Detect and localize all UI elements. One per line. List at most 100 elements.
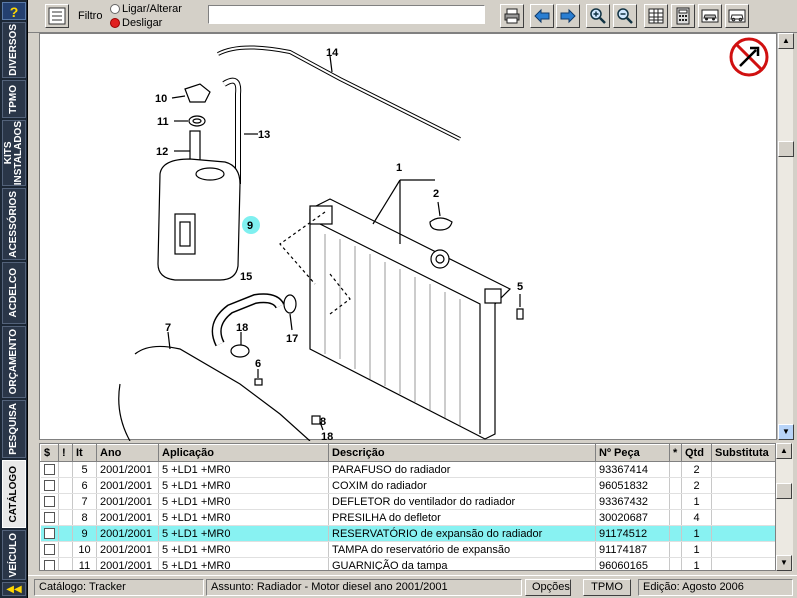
car-icon (701, 9, 719, 23)
zoom-in-button[interactable] (586, 4, 610, 28)
callout-17[interactable]: 17 (286, 333, 298, 345)
radio-ligar-indicator[interactable] (110, 4, 120, 14)
forward-button[interactable] (556, 4, 580, 28)
tab-tpmo[interactable]: TPMO (2, 80, 26, 118)
cell-alert (58, 493, 73, 510)
table-row[interactable]: 9 2001/2001 5 +LD1 +MR0 RESERVATÓRIO de exp… (40, 525, 775, 542)
col-quantity[interactable]: Qtd (681, 444, 712, 462)
tab-orcamento[interactable]: ORÇAMENTO (2, 326, 26, 398)
table-row[interactable]: 10 2001/2001 5 +LD1 +MR0 TAMPA do reservató… (40, 541, 775, 558)
options-button[interactable]: Opções (525, 579, 571, 596)
callout-6[interactable]: 6 (255, 358, 261, 370)
cell-price (40, 541, 59, 558)
calculator-icon (676, 7, 690, 25)
table-row[interactable]: 6 2001/2001 5 +LD1 +MR0 COXIM do radiador 96… (40, 477, 775, 494)
callout-18[interactable]: 18 (236, 322, 248, 334)
callout-11[interactable]: 11 (157, 116, 169, 128)
print-button[interactable] (500, 4, 524, 28)
table-view-button[interactable] (644, 4, 668, 28)
callout-8[interactable]: 8 (320, 416, 326, 428)
tab-label: KITS INSTALADOS (3, 120, 24, 186)
tab-pesquisa[interactable]: PESQUISA (2, 400, 26, 458)
vehicle-button[interactable] (698, 4, 722, 28)
row-checkbox[interactable] (43, 480, 55, 492)
callout-9[interactable]: 9 (247, 220, 253, 232)
cell-item: 5 (72, 461, 97, 478)
cell-application: 5 +LD1 +MR0 (158, 477, 329, 494)
no-link-icon[interactable] (729, 37, 769, 77)
col-star[interactable]: * (669, 444, 682, 462)
callout-18-lower[interactable]: 18 (321, 431, 333, 443)
scroll-down-button[interactable]: ▼ (778, 424, 794, 440)
drawing-scrollbar[interactable]: ▲ ▼ (777, 33, 794, 440)
table-scroll-down-button[interactable]: ▼ (776, 555, 792, 571)
scroll-thumb[interactable] (778, 141, 794, 157)
callout-12[interactable]: 12 (156, 146, 168, 158)
table-row[interactable]: 7 2001/2001 5 +LD1 +MR0 DEFLETOR do ventila… (40, 493, 775, 510)
cell-quantity: 4 (681, 509, 712, 526)
callout-1[interactable]: 1 (396, 162, 402, 174)
col-description[interactable]: Descrição (328, 444, 596, 462)
cell-substitute (711, 509, 775, 526)
callout-2[interactable]: 2 (433, 188, 439, 200)
cell-part-number: 96060165 (595, 557, 670, 570)
tab-kits-instalados[interactable]: KITS INSTALADOS (2, 120, 26, 186)
row-checkbox[interactable] (43, 496, 55, 508)
col-year[interactable]: Ano (96, 444, 159, 462)
table-scroll-up-button[interactable]: ▲ (776, 443, 792, 459)
vehicle-exit-button[interactable] (725, 4, 749, 28)
table-scroll-thumb[interactable] (776, 483, 792, 499)
col-part-number[interactable]: Nº Peça (595, 444, 670, 462)
zoom-out-button[interactable] (613, 4, 637, 28)
cell-price (40, 477, 59, 494)
parts-table: $ ! It Ano Aplicação Descrição Nº Peça *… (39, 443, 776, 571)
parts-diagram[interactable]: 1 2 5 6 7 8 9 10 11 12 13 14 15 17 18 18 (39, 33, 777, 443)
callout-14[interactable]: 14 (326, 47, 339, 59)
callout-10[interactable]: 10 (155, 93, 167, 105)
back-button[interactable] (530, 4, 554, 28)
row-checkbox[interactable] (43, 528, 55, 540)
table-scrollbar[interactable]: ▲ ▼ (776, 443, 793, 571)
tab-acdelco[interactable]: ACDELCO (2, 262, 26, 324)
cell-description: TAMPA do reservatório de expansão (328, 541, 596, 558)
col-item[interactable]: It (72, 444, 97, 462)
tab-veiculo[interactable]: VEÍCULO (2, 530, 26, 580)
radio-ligar[interactable]: Ligar/Alterar (110, 3, 182, 15)
filter-list-button[interactable] (45, 4, 69, 28)
arrow-right-icon (560, 8, 576, 24)
row-checkbox[interactable] (43, 560, 55, 570)
cell-quantity: 2 (681, 461, 712, 478)
callout-7[interactable]: 7 (165, 322, 171, 334)
cell-year: 2001/2001 (96, 493, 159, 510)
tab-catalogo[interactable]: CATÁLOGO (2, 460, 26, 528)
row-checkbox[interactable] (43, 544, 55, 556)
row-checkbox[interactable] (43, 512, 55, 524)
filter-input[interactable] (208, 5, 485, 24)
cell-substitute (711, 525, 775, 542)
col-price[interactable]: $ (40, 444, 59, 462)
tab-label: ORÇAMENTO (8, 329, 19, 395)
row-checkbox[interactable] (43, 464, 55, 476)
cell-price (40, 509, 59, 526)
tpmo-button[interactable]: TPMO (583, 579, 631, 596)
cell-item: 8 (72, 509, 97, 526)
scroll-up-button[interactable]: ▲ (778, 33, 794, 49)
table-row[interactable]: 5 2001/2001 5 +LD1 +MR0 PARAFUSO do radiado… (40, 461, 775, 478)
tab-diversos[interactable]: DIVERSOS (2, 22, 26, 78)
calculator-button[interactable] (671, 4, 695, 28)
table-row[interactable]: 11 2001/2001 5 +LD1 +MR0 GUARNIÇÃO da tampa… (40, 557, 775, 570)
collapse-sidebar-button[interactable]: ◀◀ (2, 582, 26, 596)
callout-15[interactable]: 15 (240, 271, 252, 283)
col-application[interactable]: Aplicação (158, 444, 329, 462)
table-row[interactable]: 8 2001/2001 5 +LD1 +MR0 PRESILHA do defleto… (40, 509, 775, 526)
callout-13[interactable]: 13 (258, 129, 270, 141)
callout-5[interactable]: 5 (517, 281, 523, 293)
radio-desligar-indicator[interactable] (110, 18, 120, 28)
table-header-row: $ ! It Ano Aplicação Descrição Nº Peça *… (40, 444, 775, 462)
tab-acessorios[interactable]: ACESSÓRIOS (2, 188, 26, 260)
radio-desligar[interactable]: Desligar (110, 17, 162, 29)
col-substitute[interactable]: Substituta (711, 444, 775, 462)
col-alert[interactable]: ! (58, 444, 73, 462)
cell-star (669, 541, 682, 558)
help-button[interactable]: ? (2, 2, 26, 20)
